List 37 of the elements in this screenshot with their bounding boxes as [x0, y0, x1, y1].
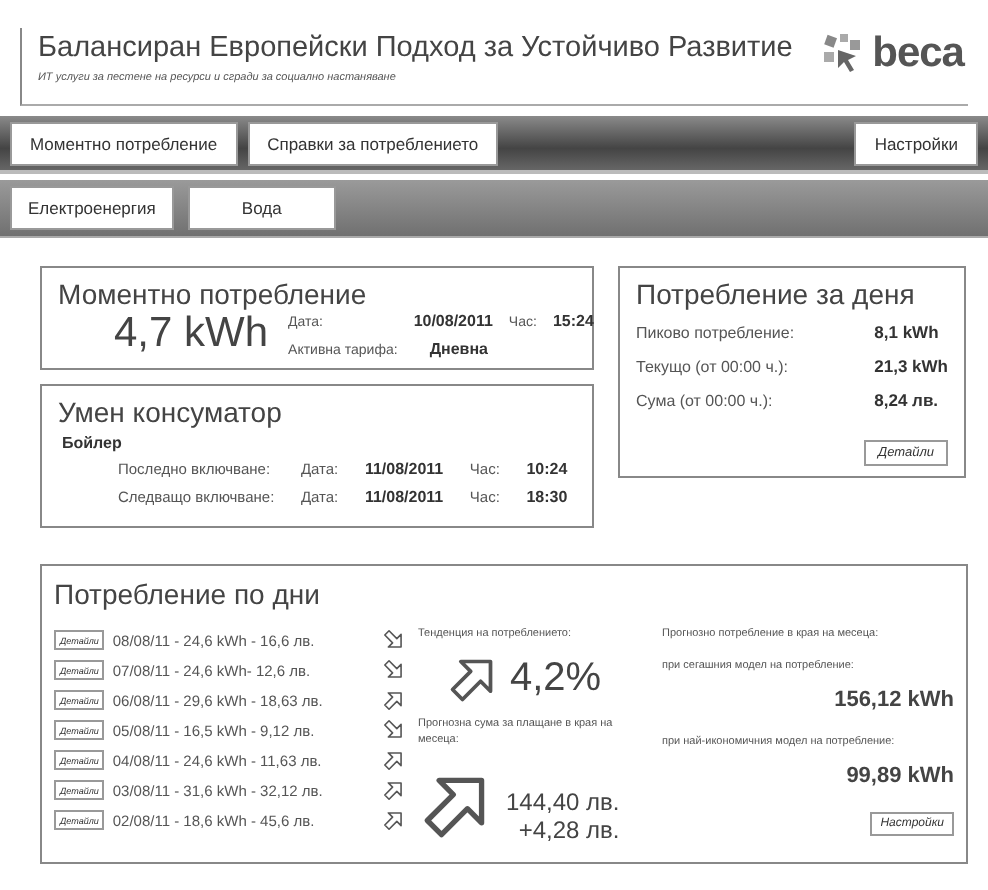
arrow-icon: [382, 628, 406, 653]
arrow-icon: [382, 748, 406, 773]
submenu-tab[interactable]: Вода: [187, 186, 336, 230]
arrow-icon: [382, 688, 406, 713]
date-value: 11/08/2011: [364, 488, 446, 506]
panel-title: Потребление за деня: [636, 278, 917, 310]
stat-value: 8,24 лв.: [874, 390, 941, 410]
stat-label: Сума (от 00:00 ч.):: [636, 392, 775, 410]
date-value: 10/08/2011: [413, 311, 493, 329]
arrow-icon: [382, 718, 406, 743]
tariff-value: Дневна: [427, 339, 488, 357]
logo-text: beca: [872, 30, 964, 78]
panel-title: Потребление по дни: [54, 578, 322, 614]
panel-title: Умен консуматор: [58, 396, 284, 428]
submenu-tab[interactable]: Електроенергия: [10, 186, 174, 230]
settings-tab[interactable]: Настройки: [854, 121, 978, 165]
device-name: Бойлер: [62, 434, 124, 452]
menu-tab[interactable]: Моментно потребление: [10, 121, 238, 165]
site-title: Балансиран Европейски Подход за Устойчиво Развитие: [38, 32, 793, 64]
forecast-value: 156,12 kWh: [832, 688, 954, 713]
stat-label: Пиково потребление:: [636, 324, 797, 342]
stat-value: 21,3 kWh: [874, 356, 948, 376]
time-value: 18:30: [526, 488, 570, 506]
menu-tab[interactable]: Справки за потреблението: [247, 121, 499, 165]
stat-label: Текущо (от 00:00 ч.):: [636, 358, 790, 376]
panel-title: Моментно потребление: [58, 278, 369, 310]
time-value: 10:24: [526, 460, 570, 478]
arrow-icon: [382, 808, 406, 833]
arrow-icon: [382, 658, 406, 683]
stat-value: 8,1 kWh: [874, 322, 941, 342]
arrow-icon: [382, 778, 406, 803]
forecast-sum: 144,40 лв.: [506, 787, 620, 816]
trend-value: 4,2%: [510, 655, 602, 702]
forecast-value: 99,89 kWh: [844, 764, 954, 789]
forecast-delta: +4,28 лв.: [518, 815, 620, 844]
date-value: 11/08/2011: [364, 460, 446, 478]
consumption-value: 4,7 kWh: [114, 310, 269, 358]
